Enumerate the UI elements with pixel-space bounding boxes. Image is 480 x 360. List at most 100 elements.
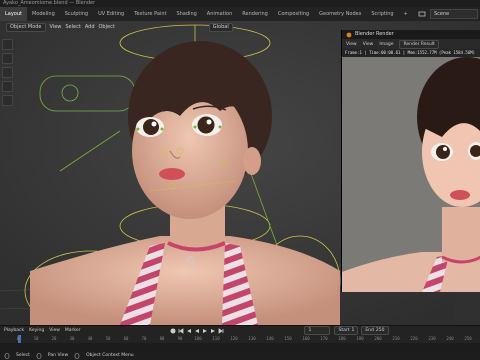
ruler-label: 170 bbox=[320, 336, 328, 341]
tab-modeling[interactable]: Modeling bbox=[27, 7, 60, 21]
scene-label: Scene bbox=[434, 11, 450, 17]
tab-compositing[interactable]: Compositing bbox=[273, 7, 314, 21]
play-icon[interactable] bbox=[202, 328, 208, 334]
render-menu-image[interactable]: Image bbox=[379, 42, 393, 47]
record-icon[interactable] bbox=[170, 328, 176, 334]
rotate-tool[interactable] bbox=[2, 81, 13, 92]
mouse-right-icon bbox=[74, 352, 80, 359]
ruler-label: 0 bbox=[16, 336, 20, 341]
toolbar bbox=[2, 39, 13, 106]
scale-tool[interactable] bbox=[2, 95, 13, 106]
next-key-icon[interactable] bbox=[210, 328, 216, 334]
menu-view[interactable]: View bbox=[50, 24, 62, 30]
ruler-label: 70 bbox=[141, 336, 147, 341]
timeline-view-menu[interactable]: View bbox=[49, 328, 60, 333]
ruler-label: 10 bbox=[33, 336, 39, 341]
render-slot-label: Render Result bbox=[403, 41, 435, 47]
prev-key-icon[interactable] bbox=[186, 328, 192, 334]
cursor-tool[interactable] bbox=[2, 53, 13, 64]
ruler-label: 140 bbox=[266, 336, 274, 341]
ruler-label: 180 bbox=[338, 336, 346, 341]
tab-layout[interactable]: Layout bbox=[0, 7, 27, 21]
timeline-controls: Playback Keying View Marker 1 Start 1 En… bbox=[0, 326, 480, 335]
tab-sculpting[interactable]: Sculpting bbox=[60, 7, 93, 21]
render-window: Blender Render View View Image Render Re… bbox=[341, 30, 480, 292]
ruler-label: 20 bbox=[51, 336, 57, 341]
ruler-label: 150 bbox=[284, 336, 292, 341]
blender-logo-icon bbox=[346, 32, 352, 37]
ruler-label: 100 bbox=[194, 336, 202, 341]
render-window-title: Blender Render bbox=[355, 31, 394, 37]
properties-strip bbox=[455, 292, 480, 325]
tab-rendering[interactable]: Rendering bbox=[237, 7, 273, 21]
viewport-3d[interactable]: Object Mode View Select Add Object Globa… bbox=[0, 21, 480, 325]
status-bar: Select Pan View Object Context Menu bbox=[0, 351, 480, 360]
current-frame-field[interactable]: 1 bbox=[304, 326, 331, 335]
render-info: Frame:1 | Time:00:00.61 | Mem:1552.77M (… bbox=[342, 49, 480, 57]
tab-shading[interactable]: Shading bbox=[171, 7, 201, 21]
scene-selector[interactable]: Scene bbox=[430, 9, 478, 19]
ruler-label: 190 bbox=[356, 336, 364, 341]
timeline-ruler[interactable]: 0 10 20 30 40 50 60 70 80 90 100 110 120… bbox=[0, 335, 480, 343]
playback-controls bbox=[170, 327, 224, 334]
ruler-label: 250 bbox=[464, 336, 472, 341]
ruler-label: 60 bbox=[123, 336, 129, 341]
timeline-marker-menu[interactable]: Marker bbox=[65, 328, 81, 333]
viewport-header: Object Mode View Select Add Object Globa… bbox=[0, 21, 346, 33]
add-workspace-button[interactable]: + bbox=[399, 7, 413, 21]
jump-end-icon[interactable] bbox=[218, 327, 224, 334]
mouse-left-icon bbox=[4, 352, 10, 359]
ruler-label: 120 bbox=[230, 336, 238, 341]
status-middle: Pan View bbox=[47, 353, 69, 358]
ruler-label: 220 bbox=[410, 336, 418, 341]
orientation-label: Global bbox=[212, 23, 229, 30]
render-result-image bbox=[342, 57, 480, 292]
start-label: Start bbox=[338, 328, 350, 333]
render-image bbox=[342, 57, 480, 292]
window-title: Ayako_Ameomiome.blend — Blender bbox=[0, 0, 480, 7]
ruler-label: 200 bbox=[374, 336, 382, 341]
tab-geometry-nodes[interactable]: Geometry Nodes bbox=[314, 7, 366, 21]
mode-selector[interactable]: Object Mode bbox=[6, 22, 46, 32]
tab-scripting[interactable]: Scripting bbox=[366, 7, 398, 21]
jump-start-icon[interactable] bbox=[178, 327, 184, 334]
ruler-label: 90 bbox=[177, 336, 183, 341]
start-value: 1 bbox=[351, 328, 355, 333]
ruler-label: 210 bbox=[392, 336, 400, 341]
ruler-label: 40 bbox=[87, 336, 93, 341]
select-box-tool[interactable] bbox=[2, 39, 13, 50]
timeline-playback-menu[interactable]: Playback bbox=[4, 328, 24, 333]
render-menu-view-2[interactable]: View bbox=[363, 42, 374, 47]
render-menu-view[interactable]: View bbox=[346, 42, 357, 47]
menu-add[interactable]: Add bbox=[85, 24, 95, 30]
scene-icon bbox=[418, 11, 426, 17]
render-window-menu: View View Image Render Result bbox=[342, 39, 480, 49]
start-frame-field[interactable]: Start 1 bbox=[334, 326, 359, 335]
ruler-label: 110 bbox=[212, 336, 220, 341]
tab-animation[interactable]: Animation bbox=[202, 7, 238, 21]
ruler-label: 160 bbox=[302, 336, 310, 341]
workspace-bar: Layout Modeling Sculpting UV Editing Tex… bbox=[0, 7, 480, 21]
mode-label: Object Mode bbox=[10, 23, 42, 30]
menu-select[interactable]: Select bbox=[65, 24, 80, 30]
orientation-selector[interactable]: Global bbox=[208, 22, 233, 32]
current-frame-value: 1 bbox=[308, 328, 312, 333]
ruler-label: 240 bbox=[446, 336, 454, 341]
ruler-label: 30 bbox=[69, 336, 75, 341]
ruler-label: 130 bbox=[248, 336, 256, 341]
mouse-middle-icon bbox=[36, 352, 42, 359]
status-left: Select bbox=[16, 353, 30, 358]
tab-texture-paint[interactable]: Texture Paint bbox=[129, 7, 171, 21]
move-tool[interactable] bbox=[2, 67, 13, 78]
play-reverse-icon[interactable] bbox=[194, 328, 200, 334]
ruler-label: 230 bbox=[428, 336, 436, 341]
timeline: Playback Keying View Marker 1 Start 1 En… bbox=[0, 325, 480, 352]
render-slot-selector[interactable]: Render Result bbox=[399, 39, 439, 49]
end-frame-field[interactable]: End 250 bbox=[361, 326, 389, 335]
status-right: Object Context Menu bbox=[86, 353, 134, 358]
ruler-label: 50 bbox=[105, 336, 111, 341]
menu-object[interactable]: Object bbox=[99, 24, 115, 30]
end-label: End bbox=[365, 328, 374, 333]
timeline-keying-menu[interactable]: Keying bbox=[29, 328, 44, 333]
tab-uv-editing[interactable]: UV Editing bbox=[93, 7, 129, 21]
